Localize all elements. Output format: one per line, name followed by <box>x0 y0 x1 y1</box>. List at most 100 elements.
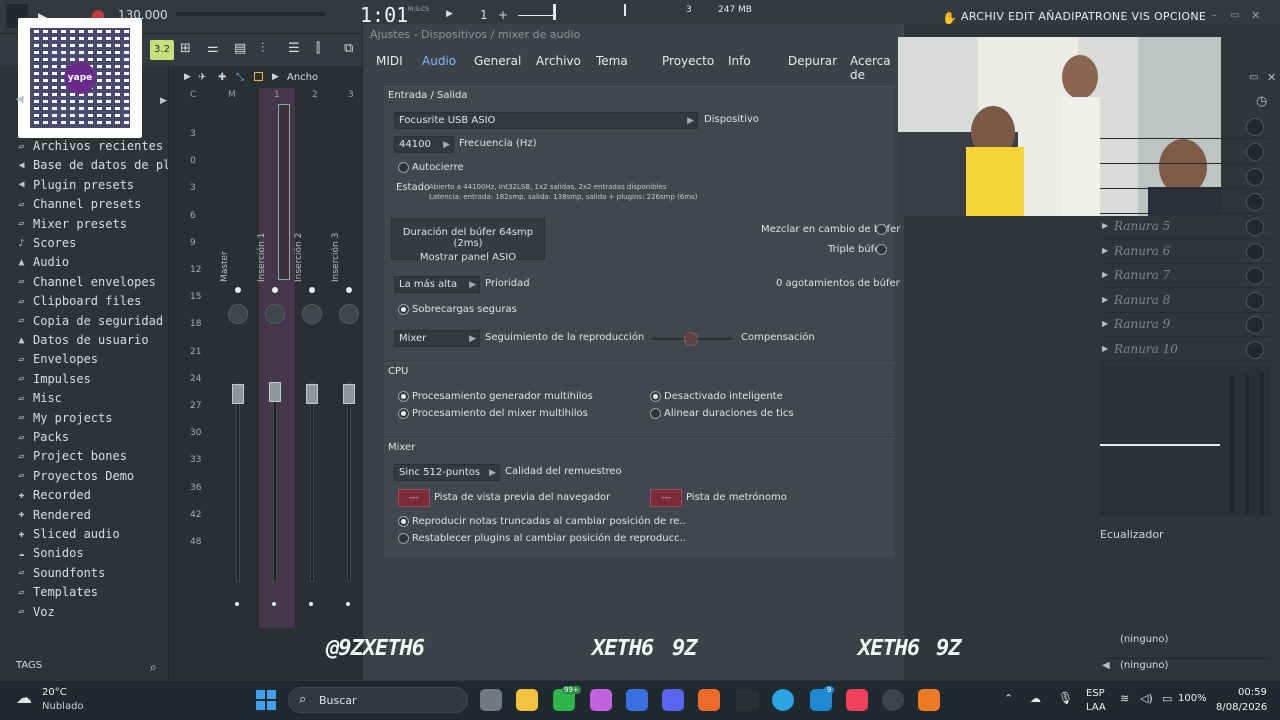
channel-enable-dot[interactable] <box>309 287 315 293</box>
sidebar-item[interactable]: ▱ Soundfonts <box>16 564 105 582</box>
tracking-select[interactable]: Mixer ▶ <box>394 330 480 347</box>
sidebar-item[interactable]: ▱ Archivos recientes <box>16 137 163 155</box>
tab-info[interactable]: Info <box>722 50 757 72</box>
add-pattern-icon[interactable]: + <box>498 8 508 22</box>
chevron-right-icon[interactable]: ▶ <box>446 9 453 19</box>
telegram-icon[interactable] <box>772 689 794 711</box>
slot-mix-knob[interactable] <box>1246 242 1264 261</box>
tab-acerca-de[interactable]: Acerca de <box>844 50 904 86</box>
smart-disable-radio[interactable] <box>650 391 661 402</box>
wifi-icon[interactable]: ≋ <box>1120 692 1129 705</box>
sidebar-item[interactable]: ▱ Templates <box>16 583 98 601</box>
zoom-button[interactable]: 3.2 <box>150 40 174 60</box>
copilot-icon[interactable] <box>590 689 612 711</box>
volume-fader[interactable] <box>306 384 318 404</box>
slot-expand-icon[interactable]: ▶ <box>1102 295 1108 304</box>
tab-audio[interactable]: Audio <box>416 50 462 72</box>
channel-name[interactable]: Master <box>220 251 230 282</box>
sidebar-item[interactable]: ▱ Channel presets <box>16 195 141 213</box>
volume-fader-track[interactable] <box>310 382 314 582</box>
obs-icon[interactable] <box>882 689 904 711</box>
slot-mix-knob[interactable] <box>1246 267 1264 286</box>
insert-slot[interactable]: ▶ Ranura 6 <box>1100 242 1270 264</box>
tab-midi[interactable]: MIDI <box>370 50 409 72</box>
slot-expand-icon[interactable]: ▶ <box>1102 344 1108 353</box>
pan-knob[interactable] <box>265 304 285 324</box>
multithread-gen-radio[interactable] <box>398 391 409 402</box>
slot-mix-knob[interactable] <box>1246 341 1264 359</box>
sidebar-item[interactable]: ▱ Channel envelopes <box>16 273 155 291</box>
minimize-icon[interactable]: – <box>1212 10 1217 21</box>
weather-cloud-icon[interactable]: ☁ <box>16 688 32 707</box>
volume-fader[interactable] <box>232 384 244 404</box>
multithread-mixer-radio[interactable] <box>398 408 409 419</box>
pin-tool-icon[interactable]: ✚ <box>218 72 226 83</box>
channel-name[interactable]: Inserción 1 <box>257 233 267 282</box>
tray-expand-icon[interactable]: ⌃ <box>1004 692 1013 705</box>
weather-temp[interactable]: 20°C <box>42 687 67 698</box>
fl-studio-icon[interactable] <box>918 689 940 711</box>
sidebar-item[interactable]: ▱ Envelopes <box>16 350 98 368</box>
route-in[interactable]: (ninguno) <box>1120 634 1168 645</box>
volume-fader-track[interactable] <box>236 382 240 582</box>
master-volume-slider[interactable] <box>176 12 326 16</box>
channel-name[interactable]: Inserción 2 <box>294 233 304 282</box>
insert-slot[interactable]: ▶ Ranura 10 <box>1100 340 1270 362</box>
link-icon[interactable]: ⤡ <box>236 72 244 83</box>
slot-mix-knob[interactable] <box>1246 118 1264 136</box>
discord-icon[interactable] <box>662 689 684 711</box>
insert-slot[interactable]: ▶ Ranura 5 <box>1100 217 1270 239</box>
slot-expand-icon[interactable]: ▶ <box>1102 246 1108 255</box>
volume-fader-track[interactable] <box>347 382 351 582</box>
mixer-play-icon[interactable]: ▶ <box>184 72 191 82</box>
route-dot[interactable] <box>272 602 276 606</box>
close-icon[interactable]: ✕ <box>1251 9 1260 22</box>
route-dot[interactable] <box>346 602 350 606</box>
pan-knob[interactable] <box>228 304 248 324</box>
playlist-icon[interactable]: ⊞ <box>180 41 191 56</box>
volume-fader[interactable] <box>343 384 355 404</box>
pan-knob[interactable] <box>302 304 322 324</box>
clock-icon[interactable]: ◷ <box>1256 94 1267 109</box>
mic-icon[interactable]: 🎙 <box>1058 691 1073 705</box>
search-icon[interactable]: ⌕ <box>150 660 157 675</box>
piano-roll-icon[interactable]: ⚌ <box>207 41 219 56</box>
insert-slot[interactable]: ▶ Ranura 9 <box>1100 315 1270 338</box>
channel-enable-dot[interactable] <box>346 287 352 293</box>
tool-icon[interactable]: ✈ <box>198 72 206 83</box>
sidebar-item[interactable]: ▱ Packs <box>16 428 69 446</box>
insert-slot[interactable]: ▶ Ranura 8 <box>1100 291 1270 313</box>
mix-buffer-radio[interactable] <box>876 224 887 235</box>
collapse-arrow-icon[interactable]: ▶ <box>160 96 167 106</box>
sidebar-item[interactable]: ✚ Sliced audio <box>16 525 119 543</box>
sidebar-item[interactable]: ▲ Datos de usuario <box>16 331 148 349</box>
settings-icon[interactable]: ⧉ <box>344 41 353 56</box>
channel-rack-icon[interactable]: ▤ <box>234 41 246 56</box>
store-icon[interactable] <box>626 689 648 711</box>
slot-expand-icon[interactable]: ▶ <box>1102 270 1108 279</box>
frequency-select[interactable]: 44100 ▶ <box>394 136 454 153</box>
tab-tema[interactable]: Tema <box>590 50 634 72</box>
sidebar-item[interactable]: ☁ Sonidos <box>16 544 83 562</box>
offset-knob[interactable] <box>684 332 698 346</box>
sidebar-item[interactable]: ▱ Misc <box>16 389 61 407</box>
route-dot[interactable] <box>309 602 313 606</box>
sidebar-item[interactable]: ✚ Rendered <box>16 506 90 524</box>
sidebar-item[interactable]: ▱ Voz <box>16 603 54 621</box>
channel-name[interactable]: Inserción 3 <box>331 233 341 282</box>
triple-buffer-radio[interactable] <box>876 244 887 255</box>
align-ticks-radio[interactable] <box>650 408 661 419</box>
route-dot[interactable] <box>235 602 239 606</box>
mixer-icon[interactable]: ⫶ <box>261 41 264 56</box>
play-truncated-radio[interactable] <box>398 516 409 527</box>
sidebar-item[interactable]: ▱ Project bones <box>16 447 126 465</box>
slot-mix-knob[interactable] <box>1246 168 1264 186</box>
sidebar-item[interactable]: ◀ Plugin presets <box>16 176 134 194</box>
insert-slot[interactable]: ▶ Ranura 7 <box>1100 266 1270 289</box>
sidebar-item[interactable]: ▲ Audio <box>16 253 69 271</box>
pin-icon[interactable]: ✋ <box>942 11 957 25</box>
empty-slot[interactable] <box>1100 142 1270 164</box>
sidebar-item[interactable]: ▱ Proyectos Demo <box>16 467 134 485</box>
empty-slot[interactable] <box>1100 192 1270 214</box>
autoclose-radio[interactable] <box>398 162 409 173</box>
